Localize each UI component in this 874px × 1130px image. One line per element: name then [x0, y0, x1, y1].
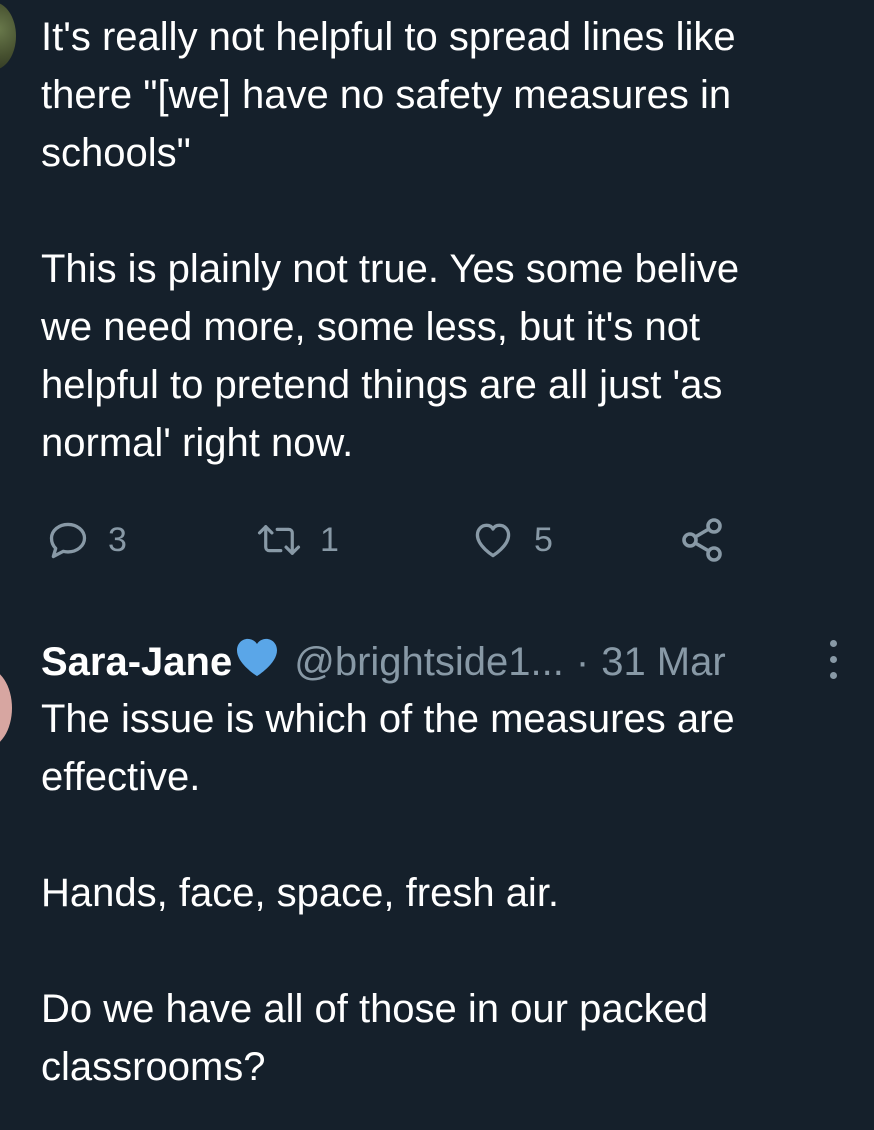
display-name[interactable]: Sara-Jane — [41, 640, 232, 685]
user-handle[interactable]: @brightside1... — [294, 640, 564, 685]
blue-heart-icon — [234, 637, 280, 687]
separator-dot: · — [575, 639, 590, 684]
avatar[interactable] — [0, 2, 16, 70]
like-button[interactable]: 5 — [470, 510, 553, 570]
share-icon — [678, 516, 726, 564]
timestamp[interactable]: 31 Mar — [601, 640, 726, 685]
tweet-text: It's really not helpful to spread lines … — [41, 15, 740, 465]
like-count: 5 — [534, 520, 553, 559]
avatar[interactable] — [0, 668, 12, 748]
more-vertical-icon[interactable] — [824, 636, 844, 682]
reply-icon — [46, 518, 90, 562]
heart-icon — [470, 518, 516, 562]
tweet-actions: 3 1 5 — [0, 510, 874, 570]
tweet-text: The issue is which of the measures are e… — [41, 697, 735, 1089]
reply-count: 3 — [108, 520, 127, 559]
reply-button[interactable]: 3 — [46, 510, 127, 570]
retweet-count: 1 — [320, 520, 339, 559]
retweet-icon — [256, 518, 302, 562]
retweet-button[interactable]: 1 — [256, 510, 339, 570]
tweet-header: Sara-Jane @brightside1... · 31 Mar — [41, 632, 726, 692]
share-button[interactable] — [678, 510, 726, 570]
